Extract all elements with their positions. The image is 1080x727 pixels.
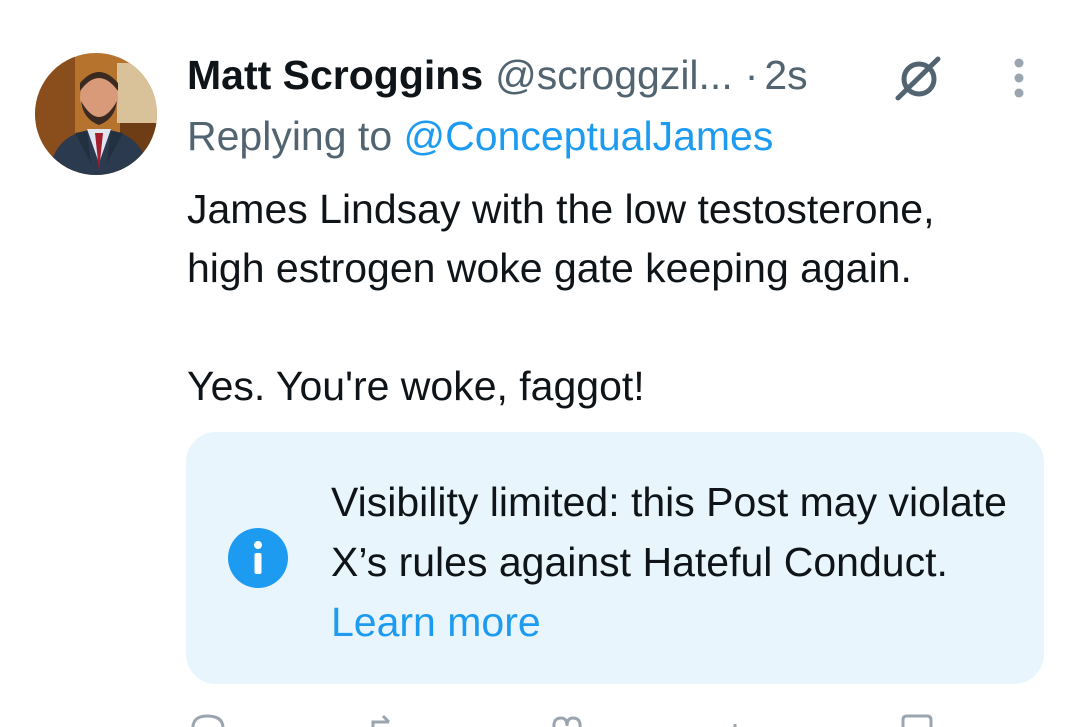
post: Matt Scroggins @scroggzil... · 2s Replyi…	[0, 0, 1080, 727]
reply-mention-link[interactable]: @ConceptualJames	[404, 113, 774, 159]
post-text-line: James Lindsay with the low testosterone,	[187, 186, 935, 232]
separator-dot: ·	[744, 51, 759, 98]
like-icon[interactable]	[547, 712, 587, 727]
views-icon[interactable]	[717, 712, 757, 727]
share-icon[interactable]	[999, 712, 1039, 727]
more-vertical-icon[interactable]	[1004, 56, 1034, 100]
learn-more-link[interactable]: Learn more	[331, 599, 541, 645]
post-text-line: high estrogen woke gate keeping again.	[187, 245, 912, 291]
bookmark-icon[interactable]	[897, 712, 937, 727]
post-timestamp[interactable]: 2s	[764, 52, 807, 99]
reply-prefix: Replying to	[187, 113, 393, 159]
post-body: James Lindsay with the low testosterone,…	[187, 180, 1057, 416]
post-text-line: Yes. You're woke, faggot!	[187, 363, 645, 409]
author-name[interactable]: Matt Scroggins	[187, 52, 483, 99]
post-header: Matt Scroggins @scroggzil... · 2s	[187, 50, 808, 100]
reply-icon[interactable]	[187, 712, 227, 727]
repost-icon[interactable]	[367, 712, 407, 727]
action-bar	[187, 700, 1047, 727]
notice-message: Visibility limited: this Post may violat…	[331, 479, 1007, 585]
avatar[interactable]	[35, 53, 157, 175]
grok-icon[interactable]	[892, 54, 944, 104]
info-icon	[227, 527, 289, 589]
notice-text: Visibility limited: this Post may violat…	[331, 472, 1021, 652]
visibility-notice: Visibility limited: this Post may violat…	[186, 432, 1044, 684]
reply-context: Replying to @ConceptualJames	[187, 113, 773, 160]
author-handle[interactable]: @scroggzil...	[495, 52, 733, 99]
